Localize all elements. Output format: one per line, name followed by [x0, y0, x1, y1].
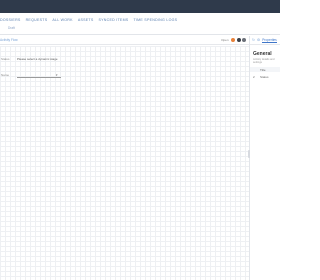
tab-requests[interactable]: REQUESTS	[26, 18, 48, 22]
panel-tabs: ↻ ⚙ Properties	[250, 36, 280, 45]
tab-assets[interactable]: ASSETS	[78, 18, 94, 22]
app-header-bar	[0, 0, 280, 13]
list-item[interactable]: 2 Status	[250, 74, 280, 79]
gear-icon[interactable]: ⚙	[257, 38, 260, 42]
breadcrumb[interactable]: Activity Flow	[0, 38, 18, 42]
status-field-label: Status	[1, 57, 10, 61]
navigation-tabs-bar: DOSSIERS REQUESTS ALL WORK ASSETS SYNCED…	[0, 13, 280, 35]
tab-sub-label: Draft	[8, 26, 15, 30]
tab-properties[interactable]: Properties	[262, 38, 277, 43]
chevron-down-icon[interactable]: ▾	[56, 73, 58, 77]
design-canvas[interactable]: Status Please select a dynamic stage Nam…	[0, 46, 249, 280]
tab-time-spending-logs[interactable]: TIME SPENDING LOGS	[133, 18, 177, 22]
tab-all-work[interactable]: ALL WORK	[52, 18, 72, 22]
user-avatar-icon[interactable]	[236, 38, 241, 42]
properties-panel: ↻ ⚙ Properties General Activity details …	[250, 36, 280, 280]
orange-status-icon[interactable]	[231, 38, 235, 42]
name-field-label: Name	[1, 73, 10, 77]
editor-toolbar: Activity Flow Open	[0, 36, 249, 45]
status-field-value[interactable]: Please select a dynamic stage	[17, 57, 58, 61]
panel-subtitle: Activity details and settings	[253, 58, 275, 64]
list-item-number: 2	[253, 74, 255, 79]
list-item[interactable]: Title	[250, 67, 280, 72]
list-item-label: Status	[260, 74, 269, 79]
refresh-icon[interactable]: ↻	[252, 38, 255, 42]
toolbar-actions: Open	[221, 38, 246, 42]
status-text: Open	[221, 38, 229, 42]
list-item-label: Title	[260, 67, 266, 72]
tab-dossiers[interactable]: DOSSIERS	[0, 18, 21, 22]
more-options-icon[interactable]	[242, 38, 246, 42]
name-input[interactable]	[17, 77, 61, 78]
tab-synced-items[interactable]: SYNCED ITEMS	[99, 18, 129, 22]
nav-tabs: DOSSIERS REQUESTS ALL WORK ASSETS SYNCED…	[0, 18, 177, 22]
panel-title: General	[253, 51, 272, 57]
